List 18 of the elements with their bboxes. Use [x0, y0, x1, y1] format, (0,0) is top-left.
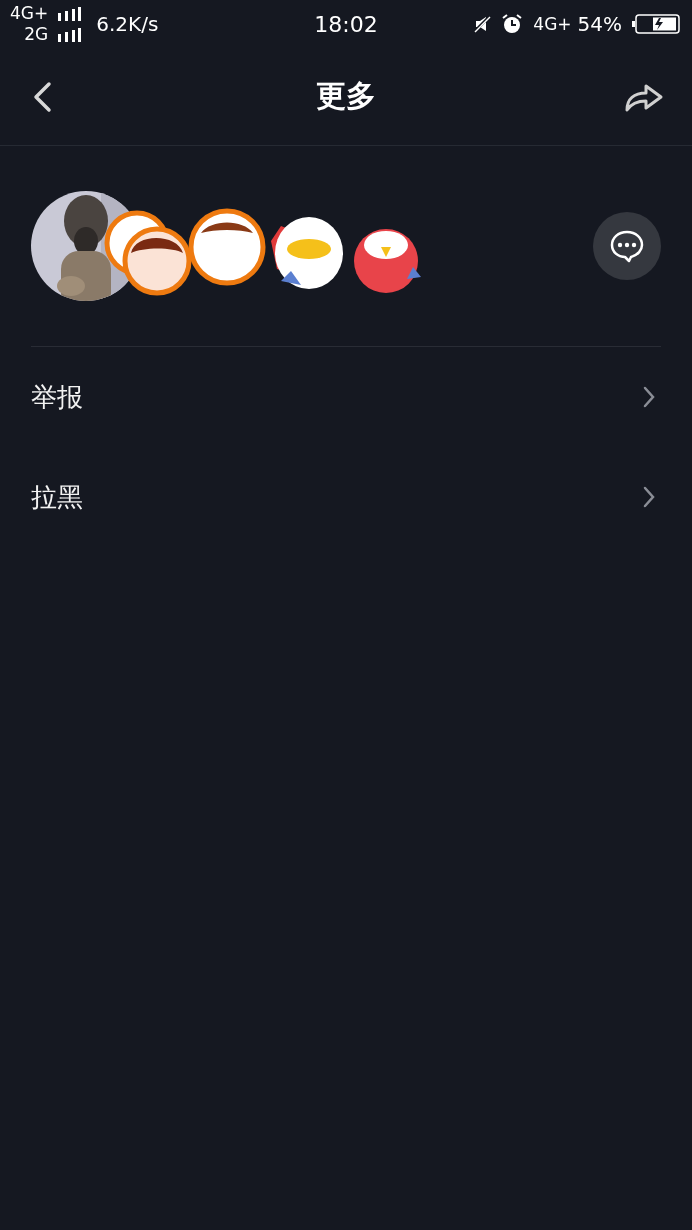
page-title: 更多 [316, 77, 376, 115]
network-label: 2G [24, 24, 49, 45]
clock-time: 18:02 [314, 11, 378, 37]
battery-percent: 54% [577, 12, 622, 36]
network-speed: 6.2K/s [96, 12, 159, 36]
menu-item[interactable]: 拉黑 [0, 447, 692, 547]
menu-item[interactable]: 举报 [0, 347, 692, 447]
signal-icon [56, 6, 83, 21]
mute-icon [473, 15, 492, 33]
chat-bubble-icon [609, 229, 645, 263]
chevron-icon [642, 385, 656, 409]
back-icon[interactable] [32, 80, 52, 113]
network-label: 4G+ [10, 3, 49, 24]
signal-icon [56, 27, 83, 42]
chevron-icon [642, 485, 656, 509]
battery-icon [632, 14, 680, 34]
network-label: 4G+ [533, 14, 572, 34]
alarm-icon [501, 13, 524, 35]
